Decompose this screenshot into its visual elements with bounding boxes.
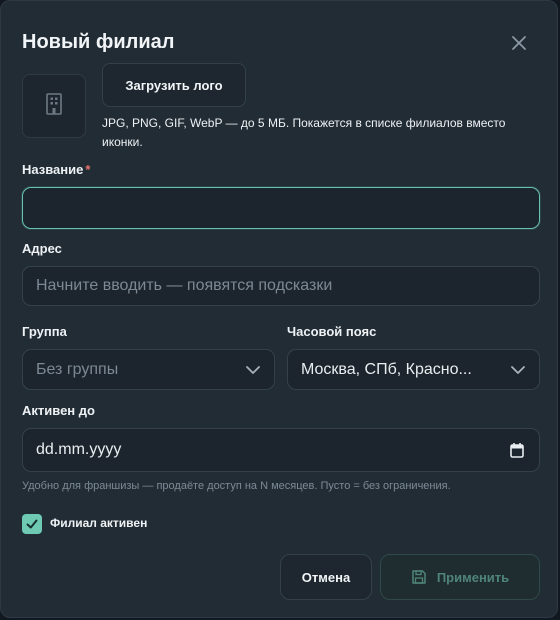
close-icon[interactable] — [509, 33, 529, 53]
name-label: Название * — [22, 162, 90, 177]
upload-logo-button[interactable]: Загрузить лого — [102, 63, 246, 107]
active-until-date-input[interactable]: dd.mm.yyyy — [22, 428, 540, 472]
logo-preview — [22, 74, 86, 138]
name-input[interactable] — [22, 187, 540, 229]
save-icon — [412, 570, 426, 584]
timezone-label: Часовой пояс — [287, 324, 377, 339]
active-until-label: Активен до — [22, 403, 95, 418]
active-checkbox[interactable] — [22, 514, 42, 534]
upload-hint: JPG, PNG, GIF, WebP — до 5 МБ. Покажется… — [102, 116, 506, 149]
timezone-selected-value: Москва, СПб, Красно... — [301, 360, 472, 378]
group-selected-value: Без группы — [36, 360, 119, 378]
address-placeholder: Начните вводить — появятся подсказки — [36, 277, 333, 294]
dialog-title: Новый филиал — [22, 31, 175, 53]
address-label: Адрес — [22, 241, 62, 256]
new-branch-dialog: Новый филиал Загрузить лого JPG, PNG, GI… — [0, 0, 558, 618]
chevron-down-icon — [511, 365, 525, 374]
active-checkbox-label[interactable]: Филиал активен — [50, 516, 147, 530]
building-icon — [44, 92, 64, 121]
apply-button[interactable]: Применить — [380, 554, 540, 600]
chevron-down-icon — [246, 365, 260, 374]
timezone-select[interactable]: Москва, СПб, Красно... — [287, 349, 540, 390]
calendar-icon[interactable] — [510, 442, 524, 458]
apply-button-label: Применить — [436, 569, 510, 585]
name-label-text: Название — [22, 162, 84, 177]
group-select[interactable]: Без группы — [22, 349, 275, 390]
cancel-button[interactable]: Отмена — [280, 554, 372, 600]
required-mark: * — [85, 162, 91, 177]
date-input-value: dd.mm.yyyy — [36, 441, 122, 458]
group-label: Группа — [22, 324, 67, 339]
address-input[interactable]: Начните вводить — появятся подсказки — [22, 266, 540, 306]
active-until-helper: Удобно для франшизы — продаёте доступ на… — [22, 480, 451, 492]
check-icon — [26, 519, 38, 529]
